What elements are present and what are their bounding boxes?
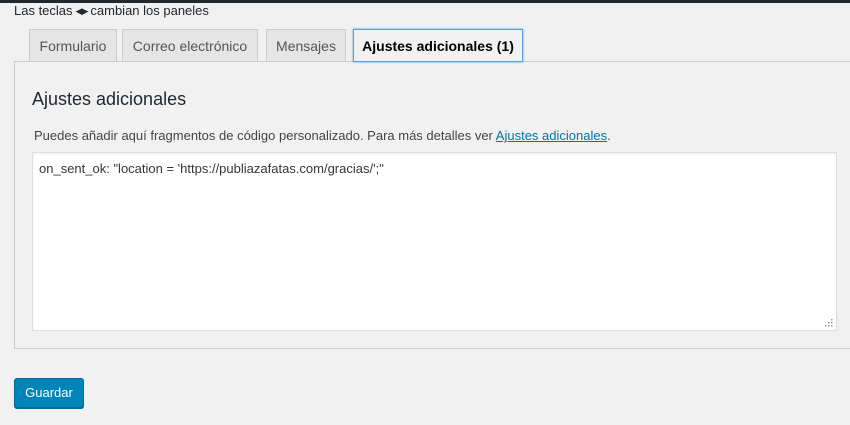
tab-correo-electronico[interactable]: Correo electrónico xyxy=(122,29,258,62)
left-right-arrows-icon: ◀▶ xyxy=(75,6,89,16)
additional-settings-textarea[interactable]: on_sent_ok: "location = 'https://publiaz… xyxy=(32,152,837,331)
keyboard-hint: Las teclas ◀▶ cambian los paneles xyxy=(14,4,209,18)
description-text: Puedes añadir aquí fragmentos de código … xyxy=(34,128,496,143)
hint-prefix: Las teclas xyxy=(14,3,73,18)
textarea-value: on_sent_ok: "location = 'https://publiaz… xyxy=(39,161,384,176)
panel-title: Ajustes adicionales xyxy=(32,89,187,109)
tab-formulario[interactable]: Formulario xyxy=(29,29,117,62)
hint-suffix: cambian los paneles xyxy=(90,3,209,18)
tab-mensajes[interactable]: Mensajes xyxy=(266,29,346,62)
docs-link[interactable]: Ajustes adicionales xyxy=(496,128,607,143)
tab-ajustes-adicionales[interactable]: Ajustes adicionales (1) xyxy=(353,29,523,62)
description-suffix: . xyxy=(607,128,611,143)
save-button[interactable]: Guardar xyxy=(14,378,84,408)
resize-grip-icon[interactable] xyxy=(825,319,833,327)
settings-panel: Ajustes adicionales Puedes añadir aquí f… xyxy=(14,61,850,349)
panel-description: Puedes añadir aquí fragmentos de código … xyxy=(34,128,611,143)
